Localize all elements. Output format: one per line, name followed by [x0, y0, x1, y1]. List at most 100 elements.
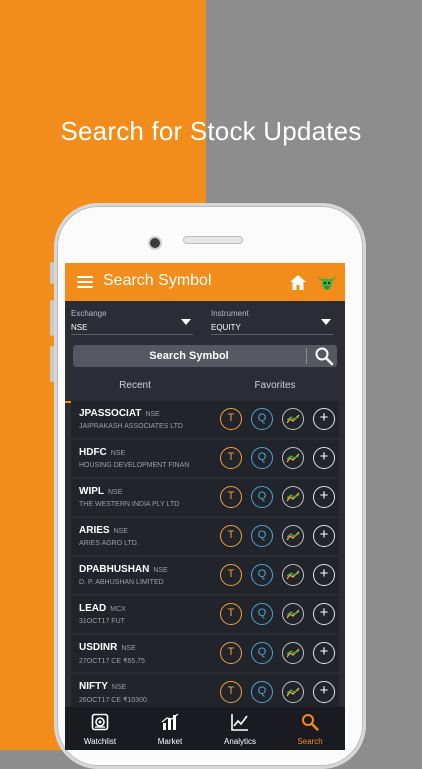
line-chart-icon: [286, 531, 300, 541]
exchange-tag: NSE: [108, 489, 123, 496]
nav-market-label: Market: [157, 737, 183, 746]
quote-button[interactable]: Q: [251, 447, 273, 469]
camera-icon: [148, 236, 162, 250]
add-button[interactable]: +: [313, 447, 335, 469]
chart-button[interactable]: [282, 525, 304, 547]
exchange-tag: NSE: [111, 684, 127, 691]
chart-button[interactable]: [282, 564, 304, 586]
add-button[interactable]: +: [313, 408, 335, 430]
add-button[interactable]: +: [313, 642, 335, 664]
add-button[interactable]: +: [313, 525, 335, 547]
exchange-tag: MCX: [110, 606, 126, 613]
line-chart-icon: [286, 648, 300, 658]
chevron-down-icon: [181, 319, 191, 325]
bull-logo-icon[interactable]: [317, 273, 337, 291]
list-item[interactable]: USDINR NSE 27OCT17 CE ₹65.75 T Q +: [71, 635, 339, 673]
quote-button[interactable]: Q: [251, 486, 273, 508]
nav-watchlist[interactable]: Watchlist: [65, 707, 135, 750]
list-item[interactable]: WIPL NSE THE WESTERN INDIA PLY LTD T Q +: [71, 479, 339, 517]
symbol-description: HOUSING DEVELOPMENT FINAN: [79, 462, 190, 469]
quote-button[interactable]: Q: [251, 525, 273, 547]
symbol-list: JPASSOCIAT NSE JAIPRAKASH ASSOCIATES LTD T Q…: [71, 401, 339, 713]
nav-search[interactable]: Search: [275, 707, 345, 750]
list-item[interactable]: DPABHUSHAN NSE D. P. ABHUSHAN LIMITED T Q +: [71, 557, 339, 595]
quote-button[interactable]: Q: [251, 408, 273, 430]
trade-button[interactable]: T: [220, 486, 242, 508]
nav-watchlist-label: Watchlist: [83, 737, 117, 746]
chart-button[interactable]: [282, 642, 304, 664]
chart-button[interactable]: [282, 681, 304, 703]
symbol-description: JAIPRAKASH ASSOCIATES LTD: [79, 423, 183, 430]
symbol-description: ARIES AGRO LTD.: [79, 540, 139, 547]
trade-button[interactable]: T: [220, 564, 242, 586]
line-chart-icon: [286, 570, 300, 580]
list-item[interactable]: ARIES NSE ARIES AGRO LTD. T Q +: [71, 518, 339, 556]
symbol-description: THE WESTERN INDIA PLY LTD: [79, 501, 180, 508]
quote-button[interactable]: Q: [251, 603, 273, 625]
symbol-name: WIPL NSE: [79, 486, 123, 497]
symbol-name: HDFC NSE: [79, 447, 126, 458]
tab-bar: Recent Favorites: [65, 375, 345, 403]
list-item[interactable]: JPASSOCIAT NSE JAIPRAKASH ASSOCIATES LTD T Q…: [71, 401, 339, 439]
add-button[interactable]: +: [313, 486, 335, 508]
line-chart-icon: [286, 453, 300, 463]
trade-button[interactable]: T: [220, 603, 242, 625]
search-input[interactable]: Search Symbol: [73, 345, 305, 367]
trade-button[interactable]: T: [220, 525, 242, 547]
list-item[interactable]: LEAD MCX 31OCT17 FUT T Q +: [71, 596, 339, 634]
symbol-description: D. P. ABHUSHAN LIMITED: [79, 579, 164, 586]
chart-button[interactable]: [282, 408, 304, 430]
exchange-tag: NSE: [153, 567, 168, 574]
quote-button[interactable]: Q: [251, 564, 273, 586]
add-button[interactable]: +: [313, 681, 335, 703]
symbol-description: 31OCT17 FUT: [79, 618, 125, 625]
symbol-name: JPASSOCIAT NSE: [79, 408, 160, 419]
add-button[interactable]: +: [313, 603, 335, 625]
trade-button[interactable]: T: [220, 681, 242, 703]
search-icon: [302, 714, 319, 731]
line-chart-icon: [286, 492, 300, 502]
bottom-nav: Watchlist Market Analytics Search: [65, 707, 345, 750]
nav-market[interactable]: Market: [135, 707, 205, 750]
list-item[interactable]: HDFC NSE HOUSING DEVELOPMENT FINAN T Q +: [71, 440, 339, 478]
trade-button[interactable]: T: [220, 447, 242, 469]
menu-icon[interactable]: [77, 276, 93, 288]
line-chart-icon: [286, 414, 300, 424]
chart-button[interactable]: [282, 486, 304, 508]
page-title: Search Symbol: [103, 272, 212, 289]
home-icon[interactable]: [290, 275, 306, 290]
chart-button[interactable]: [282, 447, 304, 469]
speaker-grille: [183, 236, 243, 244]
line-chart-icon: [286, 609, 300, 619]
app-bar: Search Symbol: [65, 263, 345, 301]
trade-button[interactable]: T: [220, 408, 242, 430]
instrument-label: Instrument: [211, 309, 249, 318]
symbol-description: 26OCT17 CE ₹10300: [79, 697, 147, 704]
watchlist-icon: [91, 713, 109, 731]
exchange-dropdown[interactable]: Exchange NSE: [65, 305, 199, 335]
filter-bar: Exchange NSE Instrument EQUITY: [65, 301, 345, 339]
bar-chart-icon: [161, 713, 179, 730]
exchange-value: NSE: [71, 323, 88, 332]
symbol-name: NIFTY NSE: [79, 681, 127, 692]
search-box[interactable]: Search Symbol: [73, 345, 337, 367]
exchange-label: Exchange: [71, 309, 107, 318]
chart-button[interactable]: [282, 603, 304, 625]
headline: Search for Stock Updates: [60, 116, 362, 146]
tab-favorites[interactable]: Favorites: [205, 375, 345, 401]
symbol-name: DPABHUSHAN NSE: [79, 564, 168, 575]
trade-button[interactable]: T: [220, 642, 242, 664]
quote-button[interactable]: Q: [251, 681, 273, 703]
analytics-icon: [231, 714, 248, 731]
symbol-name: ARIES NSE: [79, 525, 128, 536]
quote-button[interactable]: Q: [251, 642, 273, 664]
instrument-value: EQUITY: [211, 323, 241, 332]
tab-recent[interactable]: Recent: [65, 375, 205, 403]
chevron-down-icon: [321, 319, 331, 325]
nav-analytics-label: Analytics: [223, 737, 256, 746]
exchange-tag: NSE: [121, 645, 136, 652]
nav-analytics[interactable]: Analytics: [205, 707, 275, 750]
add-button[interactable]: +: [313, 564, 335, 586]
instrument-dropdown[interactable]: Instrument EQUITY: [205, 305, 339, 335]
search-icon[interactable]: [314, 346, 334, 366]
